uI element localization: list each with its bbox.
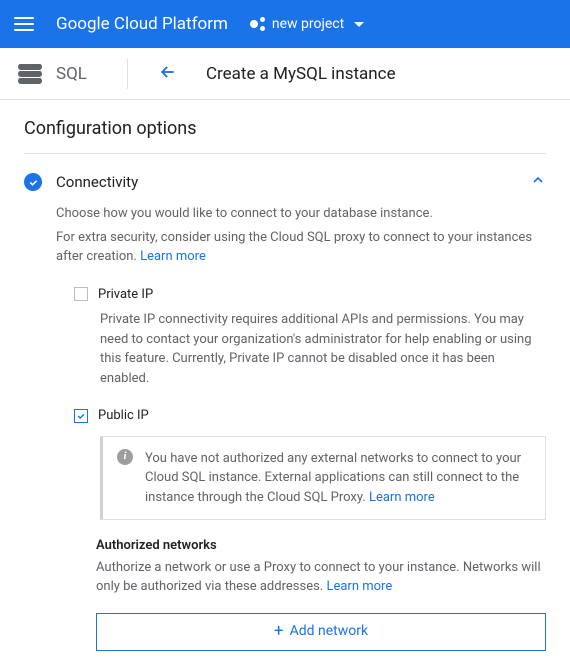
add-network-label: Add network [290,621,368,642]
public-ip-checkbox[interactable] [74,409,88,423]
page-title: Create a MySQL instance [206,64,396,84]
brand-label: Google Cloud Platform [56,14,228,34]
menu-icon[interactable] [14,17,34,31]
public-ip-label: Public IP [98,406,149,426]
public-ip-info-box: i You have not authorized any external n… [100,436,546,521]
sql-product-icon [18,62,42,86]
info-icon: i [117,449,133,465]
learn-more-link[interactable]: Learn more [369,490,435,505]
check-badge-icon [24,173,42,191]
chevron-up-icon [530,172,546,192]
add-network-button[interactable]: + Add network [96,613,546,651]
connectivity-intro: Choose how you would like to connect to … [56,204,546,224]
connectivity-title: Connectivity [56,173,530,191]
learn-more-link[interactable]: Learn more [140,249,206,264]
config-heading: Configuration options [24,118,546,139]
divider [127,59,128,89]
private-ip-checkbox[interactable] [74,287,88,301]
caret-down-icon [354,22,364,27]
private-ip-description: Private IP connectivity requires additio… [74,310,546,388]
back-arrow-icon[interactable] [158,62,178,86]
learn-more-link[interactable]: Learn more [326,579,392,594]
private-ip-label: Private IP [98,285,153,305]
connectivity-extra-text: For extra security, consider using the C… [56,230,532,265]
connectivity-section-header[interactable]: Connectivity [24,172,546,192]
project-dots-icon [250,16,266,32]
divider [24,153,546,154]
authorized-networks-desc: Authorize a network or use a Proxy to co… [96,560,541,595]
public-ip-info-text: You have not authorized any external net… [145,451,521,505]
authorized-networks-title: Authorized networks [96,536,546,556]
project-selector[interactable]: new project [250,16,364,32]
plus-icon: + [274,619,284,645]
project-name: new project [272,16,344,32]
product-label: SQL [56,64,87,84]
